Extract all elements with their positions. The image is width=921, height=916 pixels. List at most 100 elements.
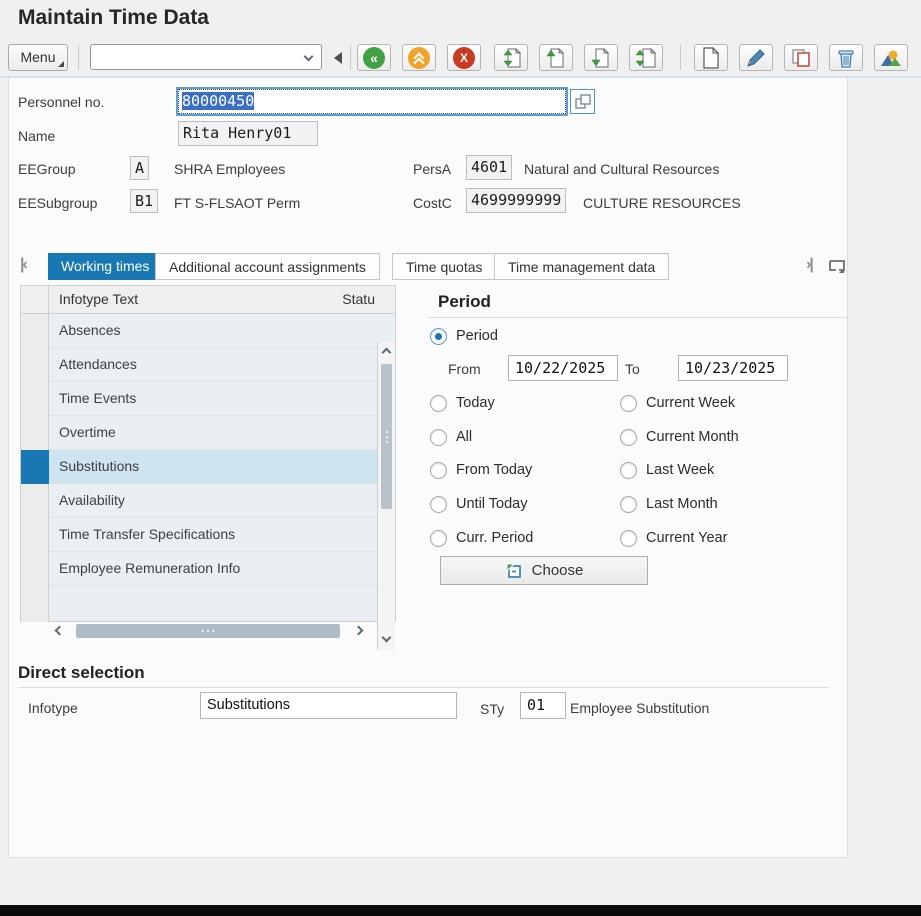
eegroup-text: SHRA Employees bbox=[174, 161, 285, 177]
sty-input[interactable]: 01 bbox=[520, 692, 566, 719]
collapse-toolbar-icon[interactable] bbox=[334, 52, 342, 64]
copy-button[interactable] bbox=[784, 44, 818, 71]
sty-text: Employee Substitution bbox=[570, 700, 709, 716]
table-row-time-events[interactable]: Time Events bbox=[49, 382, 377, 416]
horizontal-scrollbar[interactable] bbox=[48, 623, 396, 639]
radio-current-year[interactable]: Current Year bbox=[620, 529, 727, 547]
personnel-value: 80000450 bbox=[182, 92, 254, 110]
table-row-employee-remuneration-info[interactable]: Employee Remuneration Info bbox=[49, 552, 377, 586]
overview-icon bbox=[880, 47, 902, 69]
scroll-first-record-icon bbox=[500, 47, 522, 69]
persa-text: Natural and Cultural Resources bbox=[524, 161, 719, 177]
table-row-substitutions[interactable]: Substitutions bbox=[49, 450, 377, 484]
previous-record-button[interactable] bbox=[539, 44, 573, 71]
column-status: Statu bbox=[342, 291, 375, 307]
menu-button[interactable]: Menu bbox=[8, 44, 68, 71]
from-label: From bbox=[448, 361, 481, 377]
radio-icon bbox=[620, 395, 637, 412]
radio-from-today[interactable]: From Today bbox=[430, 461, 532, 479]
last-record-button[interactable] bbox=[629, 44, 663, 71]
vertical-scrollbar[interactable] bbox=[377, 342, 395, 650]
back-icon: « bbox=[363, 47, 385, 69]
scroll-first-record-button[interactable] bbox=[494, 44, 528, 71]
selector-column-header[interactable] bbox=[21, 286, 49, 313]
direct-selection-heading: Direct selection bbox=[18, 663, 145, 683]
radio-icon bbox=[620, 462, 637, 479]
radio-curr-period[interactable]: Curr. Period bbox=[430, 529, 533, 547]
radio-current-month[interactable]: Current Month bbox=[620, 428, 739, 446]
from-date-input[interactable]: 10/22/2025 bbox=[508, 355, 618, 381]
radio-period[interactable]: Period bbox=[430, 327, 498, 345]
overview-button[interactable] bbox=[874, 44, 908, 71]
scroll-left-icon[interactable] bbox=[55, 626, 65, 636]
choose-button-label: Choose bbox=[532, 562, 584, 579]
vertical-scroll-thumb[interactable] bbox=[381, 364, 392, 509]
radio-icon bbox=[620, 496, 637, 513]
table-row-attendances[interactable]: Attendances bbox=[49, 348, 377, 382]
create-button[interactable] bbox=[694, 44, 728, 71]
tab-scroll-first-icon[interactable]: |‹ bbox=[20, 256, 26, 274]
tab-time-management-data[interactable]: Time management data bbox=[494, 253, 669, 280]
radio-all[interactable]: All bbox=[430, 428, 472, 446]
cancel-button[interactable]: X bbox=[447, 44, 481, 71]
expand-tabstrip-button[interactable] bbox=[828, 257, 846, 275]
table-row-overtime[interactable]: Overtime bbox=[49, 416, 377, 450]
to-date-input[interactable]: 10/23/2025 bbox=[678, 355, 788, 381]
radio-current-week-label: Current Week bbox=[646, 395, 735, 411]
radio-icon bbox=[620, 429, 637, 446]
command-field[interactable] bbox=[90, 44, 322, 70]
scroll-up-icon[interactable] bbox=[382, 348, 392, 358]
table-row-time-transfer-specifications[interactable]: Time Transfer Specifications bbox=[49, 518, 377, 552]
edit-button[interactable] bbox=[739, 44, 773, 71]
column-infotype-text: Infotype Text bbox=[59, 291, 138, 307]
radio-current-month-label: Current Month bbox=[646, 429, 739, 445]
horizontal-scroll-thumb[interactable] bbox=[76, 624, 340, 638]
choose-icon bbox=[505, 562, 523, 580]
choose-button[interactable]: Choose bbox=[440, 556, 648, 585]
eesubgroup-label: EESubgroup bbox=[18, 195, 97, 211]
multiple-selection-button[interactable] bbox=[570, 89, 595, 114]
table-row-absences[interactable]: Absences bbox=[49, 314, 377, 348]
back-button[interactable]: « bbox=[357, 44, 391, 71]
last-record-icon bbox=[635, 47, 657, 69]
radio-icon bbox=[620, 530, 637, 547]
radio-from-today-label: From Today bbox=[456, 462, 532, 478]
tab-time-quotas[interactable]: Time quotas bbox=[392, 253, 497, 280]
radio-last-month-label: Last Month bbox=[646, 496, 718, 512]
radio-last-week-label: Last Week bbox=[646, 462, 714, 478]
selected-row-marker[interactable] bbox=[21, 450, 49, 484]
toolbar: Menu « X bbox=[0, 44, 921, 72]
radio-last-month[interactable]: Last Month bbox=[620, 495, 718, 513]
personnel-input[interactable]: 80000450 bbox=[178, 89, 566, 114]
radio-until-today-label: Until Today bbox=[456, 496, 527, 512]
tab-scroll-last-icon[interactable]: ›| bbox=[806, 256, 812, 274]
toolbar-separator bbox=[78, 45, 79, 70]
eegroup-label: EEGroup bbox=[18, 161, 76, 177]
radio-today[interactable]: Today bbox=[430, 394, 495, 412]
delete-button[interactable] bbox=[829, 44, 863, 71]
infotype-input[interactable]: Substitutions bbox=[200, 692, 457, 719]
toolbar-separator bbox=[350, 45, 351, 70]
table-row-availability[interactable]: Availability bbox=[49, 484, 377, 518]
copy-icon bbox=[790, 47, 812, 69]
tab-additional-account-assignments[interactable]: Additional account assignments bbox=[155, 253, 380, 280]
next-record-button[interactable] bbox=[584, 44, 618, 71]
radio-today-label: Today bbox=[456, 395, 495, 411]
delete-icon bbox=[835, 47, 857, 69]
eesubgroup-text: FT S-FLSAOT Perm bbox=[174, 195, 300, 211]
costc-label: CostC bbox=[413, 195, 452, 211]
radio-all-label: All bbox=[456, 429, 472, 445]
radio-current-week[interactable]: Current Week bbox=[620, 394, 735, 412]
radio-until-today[interactable]: Until Today bbox=[430, 495, 527, 513]
radio-last-week[interactable]: Last Week bbox=[620, 461, 714, 479]
period-heading: Period bbox=[438, 292, 491, 312]
create-icon bbox=[700, 47, 722, 69]
scroll-right-icon[interactable] bbox=[354, 626, 364, 636]
radio-icon bbox=[430, 530, 447, 547]
next-record-icon bbox=[590, 47, 612, 69]
chevron-down-icon[interactable] bbox=[304, 52, 314, 62]
overlapping-windows-icon bbox=[574, 93, 592, 111]
infotype-table-body: Absences Attendances Time Events Overtim… bbox=[21, 314, 395, 622]
exit-button[interactable] bbox=[402, 44, 436, 71]
tab-working-times[interactable]: Working times bbox=[48, 253, 162, 280]
